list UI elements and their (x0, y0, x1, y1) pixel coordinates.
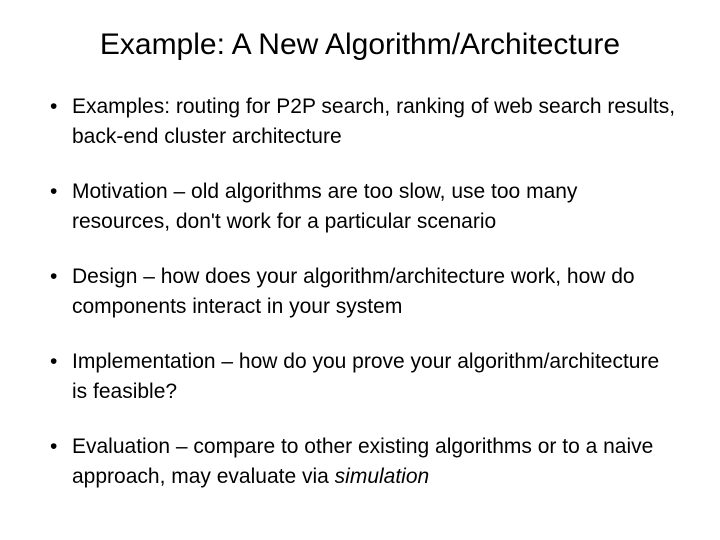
slide-title: Example: A New Algorithm/Architecture (44, 28, 676, 62)
list-item: Motivation – old algorithms are too slow… (44, 177, 676, 238)
list-item: Implementation – how do you prove your a… (44, 347, 676, 408)
list-item-emphasis: simulation (335, 465, 430, 488)
bullet-list: Examples: routing for P2P search, rankin… (44, 92, 676, 492)
slide: Example: A New Algorithm/Architecture Ex… (0, 0, 720, 540)
list-item: Evaluation – compare to other existing a… (44, 432, 676, 493)
list-item: Design – how does your algorithm/archite… (44, 262, 676, 323)
list-item: Examples: routing for P2P search, rankin… (44, 92, 676, 153)
